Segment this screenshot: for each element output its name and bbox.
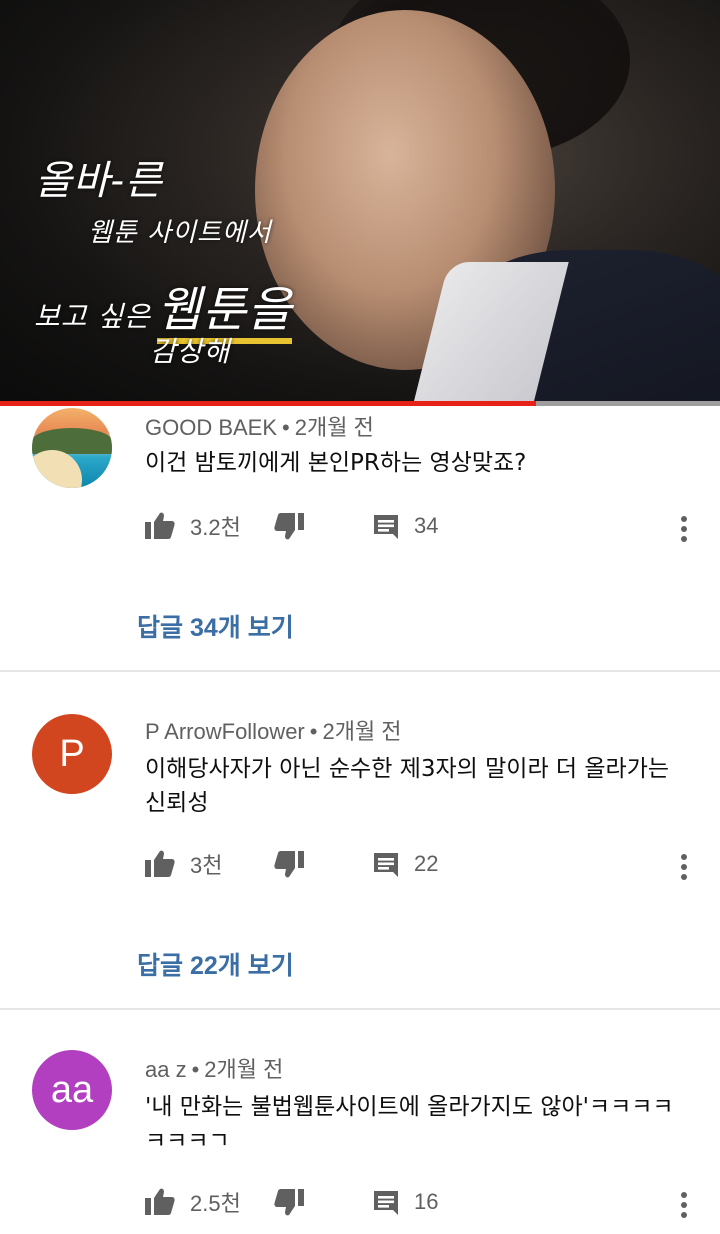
like-button[interactable]: 2.5천 bbox=[144, 1182, 241, 1222]
avatar[interactable] bbox=[32, 408, 112, 488]
view-replies-prefix: 답글 bbox=[137, 952, 190, 980]
video-caption-line-2: 웹툰 사이트에서 bbox=[88, 218, 272, 248]
comment-meta: GOOD BAEK • 2개월 전 bbox=[145, 410, 374, 442]
view-replies-link[interactable]: 답글 22개 보기 bbox=[137, 946, 294, 982]
comment-author[interactable]: aa z bbox=[145, 1057, 187, 1082]
comment-divider bbox=[0, 1008, 720, 1010]
reply-count: 16 bbox=[414, 1189, 439, 1214]
comment-actions: 2.5천 16 bbox=[0, 1182, 720, 1222]
comment-author[interactable]: GOOD BAEK bbox=[145, 415, 277, 440]
reply-count: 22 bbox=[414, 851, 439, 876]
thumbs-up-icon bbox=[144, 1187, 176, 1217]
comment-text: 이해당사자가 아닌 순수한 제3자의 말이라 더 올라가는 신뢰성 bbox=[145, 756, 670, 816]
view-replies-prefix: 답글 bbox=[137, 614, 190, 642]
thumbs-down-icon bbox=[273, 1187, 305, 1217]
avatar[interactable]: P bbox=[32, 714, 112, 794]
reply-button[interactable]: 34 bbox=[372, 506, 438, 546]
comment-divider bbox=[0, 670, 720, 672]
like-count: 3.2천 bbox=[190, 515, 241, 540]
avatar[interactable]: aa bbox=[32, 1050, 112, 1130]
comment-icon bbox=[372, 512, 400, 540]
view-replies-suffix: 보기 bbox=[240, 614, 294, 642]
video-caption-line-1: 올바-른 bbox=[35, 158, 163, 204]
thumbs-down-icon bbox=[273, 511, 305, 541]
dislike-button[interactable] bbox=[273, 844, 305, 884]
comment-meta: P ArrowFollower • 2개월 전 bbox=[145, 714, 402, 746]
view-replies-count: 22개 bbox=[189, 952, 241, 980]
like-button[interactable]: 3.2천 bbox=[144, 506, 241, 546]
comment-text: 이건 밤토끼에게 본인PR하는 영상맞죠? bbox=[145, 450, 527, 476]
more-options-icon[interactable] bbox=[672, 1184, 696, 1220]
more-options-icon[interactable] bbox=[672, 508, 696, 544]
comment-author[interactable]: P ArrowFollower bbox=[145, 719, 305, 744]
thumbs-down-icon bbox=[273, 849, 305, 879]
comment-time: 2개월 전 bbox=[294, 415, 374, 440]
reply-button[interactable]: 16 bbox=[372, 1182, 438, 1222]
thumbs-up-icon bbox=[144, 511, 176, 541]
meta-separator: • bbox=[282, 415, 290, 440]
meta-separator: • bbox=[309, 719, 318, 744]
view-replies-suffix: 보기 bbox=[240, 952, 294, 980]
like-count: 3천 bbox=[190, 853, 223, 878]
view-replies-link[interactable]: 답글 34개 보기 bbox=[137, 608, 294, 644]
avatar-letter: P bbox=[59, 732, 85, 775]
video-progress-bar[interactable] bbox=[0, 401, 720, 406]
video-caption-line-4: 감상해 bbox=[150, 335, 231, 368]
comment-text: '내 만화는 불법웹툰사이트에 올라가지도 않아'ㅋㅋㅋㅋㅋㅋㅋㄱ bbox=[145, 1094, 674, 1154]
comment-time: 2개월 전 bbox=[204, 1057, 284, 1082]
meta-separator: • bbox=[191, 1057, 200, 1082]
reply-count: 34 bbox=[414, 513, 439, 538]
view-replies-count: 34개 bbox=[189, 614, 241, 642]
more-options-icon[interactable] bbox=[672, 846, 696, 882]
comment-actions: 3.2천 34 bbox=[0, 506, 720, 546]
video-caption-line-3-small: 보고 싶은 bbox=[34, 300, 151, 333]
thumbs-up-icon bbox=[144, 849, 176, 879]
avatar-letter: aa bbox=[50, 1068, 94, 1111]
like-button[interactable]: 3천 bbox=[144, 844, 222, 884]
video-player[interactable]: 올바-른 웹툰 사이트에서 보고 싶은 웹툰을 감상해 bbox=[0, 0, 720, 405]
comment-actions: 3천 22 bbox=[0, 844, 720, 884]
comment-meta: aa z • 2개월 전 bbox=[145, 1052, 283, 1084]
dislike-button[interactable] bbox=[273, 1182, 305, 1222]
comment-time: 2개월 전 bbox=[322, 719, 402, 744]
reply-button[interactable]: 22 bbox=[372, 844, 438, 884]
video-progress-fill bbox=[0, 401, 537, 406]
dislike-button[interactable] bbox=[273, 506, 305, 546]
comment-icon bbox=[372, 1188, 400, 1216]
comment-icon bbox=[372, 850, 400, 878]
like-count: 2.5천 bbox=[190, 1191, 241, 1216]
